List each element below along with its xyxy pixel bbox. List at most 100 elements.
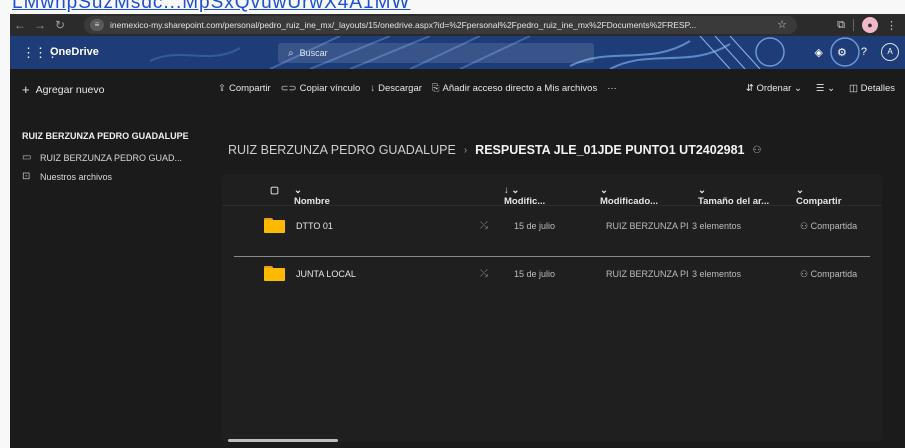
view-button[interactable]: ☰ ⌄ bbox=[816, 83, 835, 94]
site-info-icon[interactable]: ≡ bbox=[90, 19, 104, 31]
column-share-label: Compartir bbox=[796, 196, 842, 207]
browser-actions: ⧉ ● ⋮ bbox=[837, 14, 905, 36]
command-actions: ⇪ Compartir ⊂⊃ Copiar vínculo ↓ Descargar ⎘… bbox=[218, 83, 617, 94]
column-modified-by-label: Modificado... bbox=[600, 196, 659, 207]
add-shortcut-button[interactable]: ⎘ Añadir acceso directo a Mis archivos bbox=[432, 83, 597, 94]
gear-icon[interactable]: ⚙ bbox=[837, 46, 847, 59]
file-name[interactable]: JUNTA LOCAL bbox=[296, 269, 356, 279]
user-avatar[interactable]: A bbox=[881, 43, 899, 61]
file-size: 3 elementos bbox=[692, 269, 742, 279]
chevron-down-icon: ⌄ bbox=[793, 83, 802, 94]
search-box[interactable]: ⌕ Buscar bbox=[278, 43, 594, 63]
sidebar-item-label: RUIZ BERZUNZA PEDRO GUAD... bbox=[40, 152, 183, 163]
help-icon[interactable]: ? bbox=[861, 46, 867, 58]
folder-icon bbox=[264, 218, 285, 233]
search-placeholder: Buscar bbox=[299, 48, 328, 58]
profile-avatar[interactable]: ● bbox=[862, 17, 878, 33]
horizontal-scrollbar[interactable] bbox=[228, 439, 338, 442]
file-type-icon[interactable]: ▢ bbox=[270, 185, 279, 196]
sidebar-item-label: Nuestros archivos bbox=[40, 171, 113, 182]
bookmark-star-icon[interactable]: ☆ bbox=[777, 18, 787, 31]
left-sidebar: RUIZ BERZUNZA PEDRO GUADALUPE ▭ RUIZ BER… bbox=[10, 129, 210, 186]
header-actions: ◈ ⚙ ? A bbox=[815, 43, 899, 61]
download-icon: ↓ bbox=[370, 83, 376, 94]
download-label: Descargar bbox=[378, 83, 422, 94]
list-header: ▢ Nombre ⌄ Modific... ↓ ⌄ Modificado... … bbox=[222, 174, 882, 207]
add-new-label: Agregar nuevo bbox=[35, 83, 105, 96]
table-row[interactable]: JUNTA LOCAL ⤯ 15 de julio RUIZ BERZUNZA … bbox=[222, 258, 882, 290]
breadcrumb: RUIZ BERZUNZA PEDRO GUADALUPE › RESPUEST… bbox=[228, 143, 761, 157]
view-actions: ⇵ Ordenar ⌄ ☰ ⌄ ◫ Detalles bbox=[746, 83, 895, 94]
sort-label: Ordenar bbox=[756, 83, 792, 94]
cropped-link-text[interactable]: LMwhpSuzMsdc...MpSxQvuwUrwX4A1MW bbox=[0, 0, 905, 14]
extensions-icon[interactable]: ⧉ bbox=[837, 19, 845, 32]
shared-people-icon: ⚇ bbox=[800, 269, 811, 279]
reload-icon[interactable]: ↻ bbox=[50, 18, 70, 32]
row-divider bbox=[234, 256, 870, 257]
file-list: ▢ Nombre ⌄ Modific... ↓ ⌄ Modificado... … bbox=[222, 174, 882, 442]
file-size: 3 elementos bbox=[692, 221, 742, 231]
forward-icon[interactable]: → bbox=[30, 18, 50, 32]
column-name-label: Nombre bbox=[294, 196, 330, 207]
column-header-modified[interactable]: Modific... ↓ ⌄ bbox=[504, 185, 545, 207]
back-icon[interactable]: ← bbox=[10, 18, 30, 32]
view-options-icon: ☰ bbox=[815, 83, 825, 94]
column-header-name[interactable]: Nombre ⌄ bbox=[294, 185, 330, 207]
file-name[interactable]: DTTO 01 bbox=[296, 221, 333, 231]
address-bar[interactable]: ≡ inemexico-my.sharepoint.com/personal/p… bbox=[84, 16, 797, 34]
sort-button[interactable]: ⇵ Ordenar ⌄ bbox=[746, 83, 802, 94]
shortcut-icon: ⎘ bbox=[431, 83, 440, 94]
share-label: Compartir bbox=[228, 83, 271, 94]
onedrive-header: ⋮⋮⋮ OneDrive ⌕ Buscar ◈ ⚙ ? A bbox=[10, 36, 905, 69]
shared-people-icon: ⚇ bbox=[800, 221, 811, 231]
link-icon: ⊂⊃ bbox=[280, 83, 297, 94]
column-header-share[interactable]: Compartir ⌄ bbox=[796, 185, 841, 207]
add-shortcut-label: Añadir acceso directo a Mis archivos bbox=[442, 83, 598, 94]
sidebar-heading[interactable]: RUIZ BERZUNZA PEDRO GUADALUPE bbox=[10, 129, 210, 144]
share-status-label: Compartida bbox=[810, 269, 858, 279]
column-header-modified-by[interactable]: Modificado... ⌄ bbox=[600, 185, 658, 207]
add-new-button[interactable]: + Agregar nuevo bbox=[22, 82, 104, 97]
modified-by: RUIZ BERZUNZA PI bbox=[606, 221, 689, 231]
table-row[interactable]: DTTO 01 ⤯ 15 de julio RUIZ BERZUNZA PI 3… bbox=[222, 210, 882, 242]
folder-outline-icon: ▭ bbox=[22, 152, 32, 163]
sidebar-item-shared-library[interactable]: ▭ RUIZ BERZUNZA PEDRO GUAD... bbox=[10, 148, 210, 167]
shared-people-icon: ⚇ bbox=[752, 144, 762, 156]
url-text[interactable]: inemexico-my.sharepoint.com/personal/ped… bbox=[110, 20, 770, 30]
share-button[interactable]: ⇪ Compartir bbox=[218, 83, 271, 94]
modified-by: RUIZ BERZUNZA PI bbox=[606, 269, 689, 279]
pin-icon[interactable]: ⤯ bbox=[480, 268, 488, 279]
toolbar-divider bbox=[853, 19, 854, 31]
browser-menu-icon[interactable]: ⋮ bbox=[886, 19, 897, 32]
breadcrumb-parent[interactable]: RUIZ BERZUNZA PEDRO GUADALUPE bbox=[228, 143, 456, 157]
folder-icon bbox=[264, 266, 285, 281]
details-button[interactable]: ◫ Detalles bbox=[849, 83, 895, 94]
share-status-label: Compartida bbox=[810, 221, 858, 231]
top-link-text[interactable]: LMwhpSuzMsdc...MpSxQvuwUrwX4A1MW bbox=[12, 0, 410, 14]
chevron-down-icon: ⌄ bbox=[827, 83, 836, 94]
copy-link-button[interactable]: ⊂⊃ Copiar vínculo bbox=[281, 83, 361, 94]
column-size-label: Tamaño del ar... bbox=[698, 196, 770, 207]
details-label: Detalles bbox=[860, 83, 895, 94]
chevron-right-icon: › bbox=[463, 144, 468, 156]
sidebar-item-our-files[interactable]: ⊡ Nuestros archivos bbox=[10, 167, 210, 186]
column-modified-label: Modific... bbox=[504, 196, 546, 207]
search-icon: ⌕ bbox=[288, 47, 294, 59]
pin-icon[interactable]: ⤯ bbox=[480, 220, 488, 231]
share-status: ⚇ Compartida bbox=[800, 269, 857, 280]
command-bar: + Agregar nuevo ⇪ Compartir ⊂⊃ Copiar vínc… bbox=[10, 69, 905, 109]
browser-window: ← → ↻ ≡ inemexico-my.sharepoint.com/pers… bbox=[10, 14, 905, 448]
sort-icon: ⇵ bbox=[745, 83, 757, 94]
library-icon: ⊡ bbox=[22, 171, 31, 182]
column-header-size[interactable]: Tamaño del ar... ⌄ bbox=[698, 185, 769, 207]
details-icon: ◫ bbox=[849, 83, 861, 94]
app-title[interactable]: OneDrive bbox=[50, 46, 99, 58]
modified-date: 15 de julio bbox=[514, 269, 556, 279]
download-button[interactable]: ↓ Descargar bbox=[370, 83, 422, 94]
browser-toolbar: ← → ↻ ≡ inemexico-my.sharepoint.com/pers… bbox=[10, 14, 905, 36]
more-button[interactable]: ··· bbox=[607, 83, 617, 94]
share-icon: ⇪ bbox=[218, 83, 226, 94]
share-status: ⚇ Compartida bbox=[800, 221, 857, 232]
modified-date: 15 de julio bbox=[514, 221, 556, 231]
premium-icon[interactable]: ◈ bbox=[815, 46, 823, 59]
